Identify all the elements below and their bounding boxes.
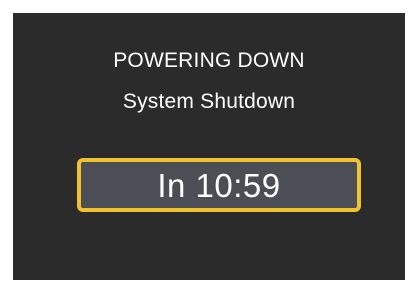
countdown-box: In 10:59: [77, 158, 361, 212]
status-title: POWERING DOWN: [113, 49, 305, 72]
status-subtitle: System Shutdown: [122, 90, 296, 113]
countdown-timer: In 10:59: [157, 166, 281, 204]
shutdown-screen: POWERING DOWN System Shutdown In 10:59: [13, 13, 405, 280]
